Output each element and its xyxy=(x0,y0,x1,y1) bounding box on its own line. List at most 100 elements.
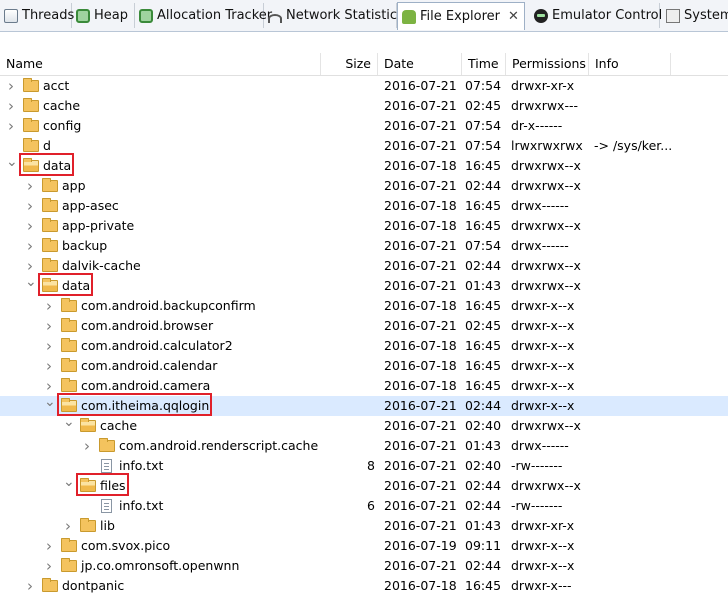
row-time: 02:45 xyxy=(465,318,502,333)
row-time: 09:11 xyxy=(465,538,502,553)
folder-row[interactable]: › com.android.browser 2016-07-21 02:45 drwxr… xyxy=(0,316,728,336)
row-time: 02:40 xyxy=(465,418,502,433)
chevron-right-icon[interactable]: › xyxy=(25,216,35,236)
chevron-right-icon[interactable]: › xyxy=(44,316,54,336)
chevron-right-icon[interactable]: › xyxy=(25,176,35,196)
chevron-down-icon[interactable]: ⌄ xyxy=(6,155,18,176)
folder-row[interactable]: › cache 2016-07-21 02:45 drwxrwx--- xyxy=(0,96,728,116)
chevron-right-icon[interactable]: › xyxy=(25,576,35,596)
folder-icon xyxy=(42,218,58,232)
folder-row[interactable]: › com.android.calculator2 2016-07-18 16:45 d… xyxy=(0,336,728,356)
row-permissions: drwx------ xyxy=(511,238,569,253)
folder-row[interactable]: › com.android.backupconfirm 2016-07-18 16:4… xyxy=(0,296,728,316)
row-permissions: drwxr-x--x xyxy=(511,398,575,413)
folder-row[interactable]: › com.android.renderscript.cache 2016-07-2… xyxy=(0,436,728,456)
folder-row[interactable]: › com.android.calendar 2016-07-18 16:45 drwx… xyxy=(0,356,728,376)
folder-row[interactable]: ⌄ data 2016-07-21 01:43 drwxrwx--x xyxy=(0,273,728,296)
chevron-right-icon[interactable]: › xyxy=(63,516,73,536)
chevron-right-icon[interactable]: › xyxy=(44,536,54,556)
folder-row[interactable]: › backup 2016-07-21 07:54 drwx------ xyxy=(0,236,728,256)
row-date: 2016-07-21 xyxy=(384,138,457,153)
folder-row[interactable]: › com.svox.pico 2016-07-19 09:11 drwxr-x--x xyxy=(0,536,728,556)
column-header-date[interactable]: Date xyxy=(378,53,462,75)
folder-icon xyxy=(42,578,58,592)
row-name: data xyxy=(62,278,91,293)
folder-row[interactable]: › dalvik-cache 2016-07-21 02:44 drwxrwx--x xyxy=(0,256,728,276)
row-permissions: drwxr-x--x xyxy=(511,378,575,393)
chevron-right-icon[interactable]: › xyxy=(44,556,54,576)
chevron-right-icon[interactable]: › xyxy=(25,196,35,216)
folder-row[interactable]: ⌄ files 2016-07-21 02:44 drwxrwx--x xyxy=(0,473,728,496)
folder-row[interactable]: d 2016-07-21 07:54 lrwxrwxrwx -> /sys/ker... xyxy=(0,136,728,156)
folder-row[interactable]: › acct 2016-07-21 07:54 drwxr-xr-x xyxy=(0,76,728,96)
row-name: dontpanic xyxy=(62,578,125,593)
close-icon[interactable]: ✕ xyxy=(508,9,519,24)
file-row[interactable]: info.txt 8 2016-07-21 02:40 -rw------- xyxy=(0,456,728,476)
row-date: 2016-07-21 xyxy=(384,478,457,493)
row-date: 2016-07-21 xyxy=(384,78,457,93)
folder-row[interactable]: › app 2016-07-21 02:44 drwxrwx--x xyxy=(0,176,728,196)
row-time: 16:45 xyxy=(465,578,502,593)
tab-emulator-control[interactable]: Emulator Control xyxy=(530,3,662,28)
system-icon xyxy=(666,8,680,23)
row-permissions: drwxr-x--x xyxy=(511,298,575,313)
chevron-right-icon[interactable]: › xyxy=(44,376,54,396)
chevron-down-icon[interactable]: ⌄ xyxy=(44,395,56,416)
column-header-permissions[interactable]: Permissions xyxy=(506,53,589,75)
folder-row[interactable]: › app-private 2016-07-18 16:45 drwxrwx--x xyxy=(0,216,728,236)
row-time: 02:44 xyxy=(465,398,502,413)
row-time: 02:40 xyxy=(465,458,502,473)
folder-row[interactable]: › jp.co.omronsoft.openwnn 2016-07-21 02:44 d… xyxy=(0,556,728,576)
row-permissions: drwxrwx--x xyxy=(511,258,581,273)
folder-row[interactable]: › lib 2016-07-21 01:43 drwxr-xr-x xyxy=(0,516,728,536)
chevron-right-icon[interactable]: › xyxy=(6,116,16,136)
folder-icon xyxy=(61,538,77,552)
column-header-size[interactable]: Size xyxy=(321,53,378,75)
folder-row[interactable]: › com.android.camera 2016-07-18 16:45 drwxr-… xyxy=(0,376,728,396)
chevron-right-icon[interactable]: › xyxy=(44,356,54,376)
row-permissions: drwxrwx--x xyxy=(511,218,581,233)
folder-row[interactable]: ⌄ data 2016-07-18 16:45 drwxrwx--x xyxy=(0,153,728,176)
row-date: 2016-07-21 xyxy=(384,418,457,433)
tab-system-label: System xyxy=(684,8,728,23)
column-header-info[interactable]: Info xyxy=(589,53,671,75)
row-name: d xyxy=(43,138,51,153)
tab-file-explorer-label: File Explorer xyxy=(420,9,501,24)
row-time: 01:43 xyxy=(465,518,502,533)
row-time: 16:45 xyxy=(465,198,502,213)
row-permissions: drwx------ xyxy=(511,438,569,453)
row-date: 2016-07-18 xyxy=(384,338,457,353)
file-row[interactable]: info.txt 6 2016-07-21 02:44 -rw------- xyxy=(0,496,728,516)
row-permissions: drwxr-x--x xyxy=(511,538,575,553)
folder-row[interactable]: ⌄ cache 2016-07-21 02:40 drwxrwx--x xyxy=(0,415,728,436)
tab-file-explorer[interactable]: File Explorer ✕ xyxy=(397,2,525,30)
chevron-right-icon[interactable]: › xyxy=(6,76,16,96)
folder-row[interactable]: ⌄ com.itheima.qqlogin 2016-07-21 02:44 drwxr… xyxy=(0,393,728,416)
tab-system[interactable]: System xyxy=(662,3,728,28)
folder-row[interactable]: › dontpanic 2016-07-18 16:45 drwxr-x--- xyxy=(0,576,728,596)
tab-threads[interactable]: Threads xyxy=(0,3,75,28)
chevron-right-icon[interactable]: › xyxy=(25,236,35,256)
chevron-right-icon[interactable]: › xyxy=(6,96,16,116)
row-date: 2016-07-21 xyxy=(384,438,457,453)
tab-allocation-tracker[interactable]: Allocation Tracker xyxy=(135,3,272,28)
chevron-down-icon[interactable]: ⌄ xyxy=(63,475,75,496)
folder-row[interactable]: › config 2016-07-21 07:54 dr-x------ xyxy=(0,116,728,136)
row-permissions: drwxrwx--- xyxy=(511,98,578,113)
tab-network-statistics[interactable]: Network Statistics xyxy=(264,3,404,28)
tab-threads-label: Threads xyxy=(22,8,75,23)
column-header-time[interactable]: Time xyxy=(462,53,506,75)
chevron-right-icon[interactable]: › xyxy=(44,336,54,356)
chevron-right-icon[interactable]: › xyxy=(25,256,35,276)
chevron-right-icon[interactable]: › xyxy=(44,296,54,316)
column-header-name[interactable]: Name xyxy=(0,53,321,75)
row-name: com.android.camera xyxy=(81,378,211,393)
row-date: 2016-07-18 xyxy=(384,218,457,233)
chevron-down-icon[interactable]: ⌄ xyxy=(63,415,75,436)
tab-heap[interactable]: Heap xyxy=(72,3,135,28)
row-name: app-asec xyxy=(62,198,119,213)
chevron-down-icon[interactable]: ⌄ xyxy=(25,275,37,296)
folder-row[interactable]: › app-asec 2016-07-18 16:45 drwx------ xyxy=(0,196,728,216)
row-permissions: drwxrwx--x xyxy=(511,478,581,493)
chevron-right-icon[interactable]: › xyxy=(82,436,92,456)
